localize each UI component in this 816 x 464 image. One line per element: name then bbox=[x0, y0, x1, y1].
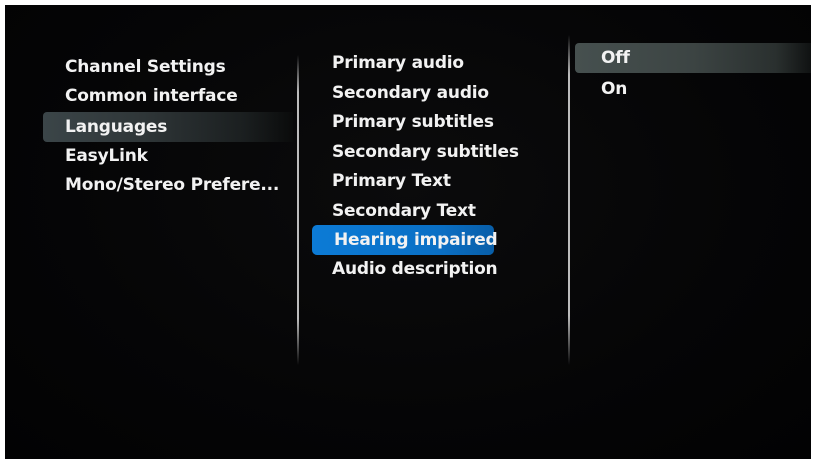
menu-item-secondary-subtitles[interactable]: Secondary subtitles bbox=[310, 137, 520, 167]
menu-item-languages[interactable]: Languages bbox=[43, 112, 293, 142]
column-divider-right bbox=[568, 35, 570, 365]
menu-item-primary-text[interactable]: Primary Text bbox=[310, 166, 520, 196]
menu-item-primary-subtitles[interactable]: Primary subtitles bbox=[310, 107, 520, 137]
option-off[interactable]: Off bbox=[575, 43, 811, 73]
menu-item-secondary-text[interactable]: Secondary Text bbox=[310, 196, 520, 226]
menu-item-audio-description[interactable]: Audio description bbox=[310, 254, 520, 284]
menu-item-primary-audio[interactable]: Primary audio bbox=[310, 48, 520, 78]
menu-item-common-interface[interactable]: Common interface bbox=[43, 81, 293, 111]
menu-item-channel-settings[interactable]: Channel Settings bbox=[43, 52, 293, 82]
option-on[interactable]: On bbox=[575, 74, 811, 104]
menu-item-mono-stereo-preference[interactable]: Mono/Stereo Prefere... bbox=[43, 170, 293, 200]
menu-item-secondary-audio[interactable]: Secondary audio bbox=[310, 78, 520, 108]
menu-item-hearing-impaired[interactable]: Hearing impaired bbox=[312, 225, 498, 255]
menu-item-easylink[interactable]: EasyLink bbox=[43, 141, 293, 171]
tv-screen: Channel Settings Common interface Langua… bbox=[5, 5, 811, 459]
column-divider-left bbox=[297, 55, 299, 365]
